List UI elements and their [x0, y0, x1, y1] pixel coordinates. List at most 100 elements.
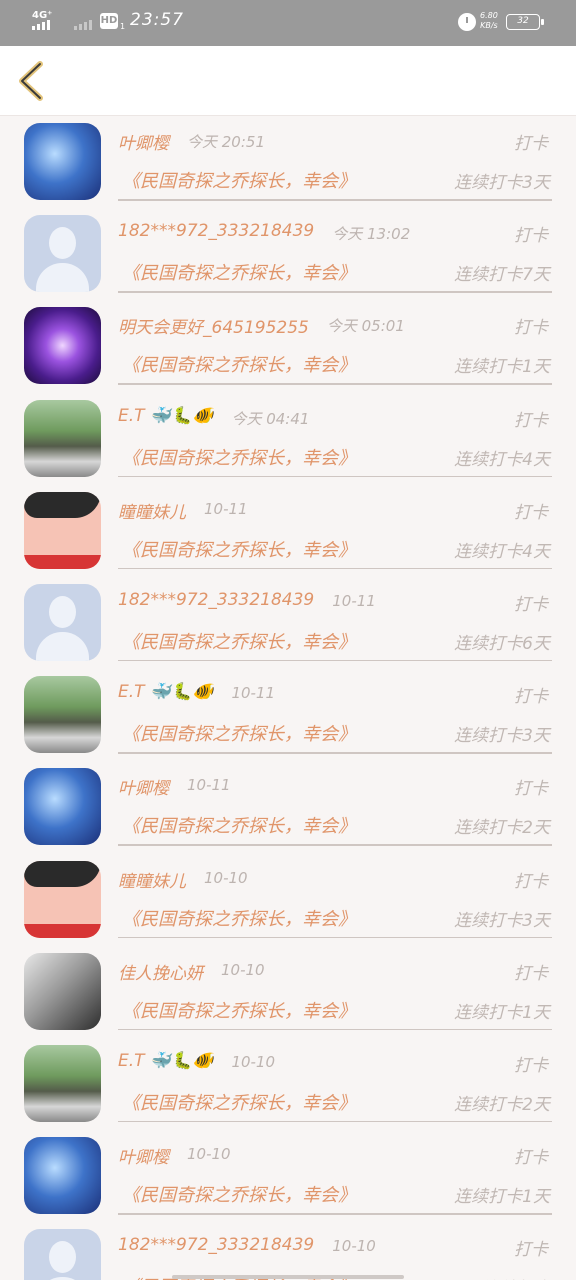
user-name[interactable]: 瞳瞳妹儿: [118, 867, 186, 892]
checkin-label: 打卡: [514, 871, 548, 892]
streak-label: 连续打卡3天: [454, 726, 550, 747]
row-divider: [118, 1028, 552, 1031]
checkin-label: 打卡: [514, 1055, 548, 1076]
user-name[interactable]: 182***972_333218439: [118, 590, 314, 610]
book-title[interactable]: 《民国奇探之乔探长，幸会》: [122, 351, 356, 377]
user-name[interactable]: 瞳瞳妹儿: [118, 498, 186, 523]
streak-label: 连续打卡2天: [454, 1094, 550, 1115]
user-name[interactable]: 182***972_333218439: [118, 221, 314, 241]
list-item[interactable]: 叶卿樱 今天 20:51 打卡 《民国奇探之乔探长，幸会》 连续打卡3天: [0, 117, 576, 209]
book-title[interactable]: 《民国奇探之乔探长，幸会》: [122, 1089, 356, 1115]
list-item[interactable]: 叶卿樱 10-10 打卡《民国奇探之乔探长，幸会》 连续打卡1天: [0, 1131, 576, 1223]
book-title[interactable]: 《民国奇探之乔探长，幸会》: [122, 1181, 356, 1207]
book-title[interactable]: 《民国奇探之乔探长，幸会》: [122, 905, 356, 931]
list-item[interactable]: E.T 🐳🐛🐠 10-11 打卡 《民国奇探之乔探长，幸会》 连续打卡3天: [0, 670, 576, 762]
avatar[interactable]: [24, 307, 101, 385]
streak-label: 连续打卡1天: [454, 1002, 550, 1023]
user-name[interactable]: 叶卿樱: [118, 774, 169, 799]
book-title[interactable]: 《民国奇探之乔探长，幸会》: [122, 167, 356, 193]
checkin-date: 10-10: [231, 1052, 276, 1071]
hd-sub: 1: [120, 22, 126, 31]
user-name[interactable]: E.T 🐳🐛🐠: [118, 406, 213, 426]
list-item[interactable]: 佳人挽心妍 10-10 打卡《民国奇探之乔探长，幸会》 连续打卡1天: [0, 947, 576, 1039]
book-title[interactable]: 《民国奇探之乔探长，幸会》: [122, 259, 356, 285]
back-button[interactable]: [12, 58, 52, 104]
user-name[interactable]: 佳人挽心妍: [118, 959, 203, 984]
avatar[interactable]: [24, 399, 101, 477]
user-name[interactable]: 明天会更好_645195255: [118, 313, 309, 338]
checkin-label: 打卡: [514, 318, 548, 339]
checkin-label: 打卡: [514, 779, 548, 800]
scroll-indicator[interactable]: [172, 1275, 404, 1279]
streak-label: 连续打卡: [482, 1274, 550, 1280]
streak-label: 连续打卡2天: [454, 818, 550, 839]
checkin-label: 打卡: [514, 1240, 548, 1261]
checkin-label: 打卡: [514, 687, 548, 708]
user-name[interactable]: 叶卿樱: [118, 129, 169, 154]
list-item[interactable]: E.T 🐳🐛🐠 今天 04:41 打卡 《民国奇探之乔探长，幸会》 连续打卡4天: [0, 394, 576, 486]
user-name[interactable]: E.T 🐳🐛🐠: [118, 682, 213, 702]
checkin-label: 打卡: [514, 134, 548, 154]
avatar[interactable]: [24, 676, 101, 754]
book-title[interactable]: 《民国奇探之乔探长，幸会》: [122, 720, 356, 746]
row-divider: [118, 844, 552, 846]
chevron-left-icon: [19, 61, 43, 101]
list-item[interactable]: 182***972_33321843910-10打卡《民国奇探之乔探长，幸会》连…: [0, 1223, 576, 1280]
row-divider: [118, 936, 552, 938]
avatar[interactable]: [24, 1137, 101, 1215]
book-title[interactable]: 《民国奇探之乔探长，幸会》: [122, 997, 356, 1023]
list-item[interactable]: 明天会更好_645195255 今天 05:01 打卡 《民国奇探之乔探长，幸会》 连续…: [0, 301, 576, 393]
list-item[interactable]: 瞳瞳妹儿 10-11 打卡 《民国奇探之乔探长，幸会》 连续打卡4天: [0, 486, 576, 578]
streak-label: 连续打卡1天: [454, 357, 550, 378]
row-divider: [118, 1213, 552, 1215]
checkin-label: 打卡: [514, 410, 548, 431]
book-title[interactable]: 《民国奇探之乔探长，幸会》: [122, 812, 356, 838]
checkin-date: 今天 13:02: [332, 225, 411, 244]
avatar[interactable]: [24, 123, 101, 200]
avatar[interactable]: [24, 1229, 101, 1280]
avatar[interactable]: [24, 491, 101, 569]
signal-bars-icon: [32, 20, 50, 30]
checkin-label: 打卡: [514, 502, 548, 523]
checkin-date: 10-10: [221, 960, 265, 979]
signal-bars-2-icon: [74, 20, 92, 30]
avatar[interactable]: [24, 768, 101, 846]
checkin-date: 10-11: [332, 591, 376, 610]
battery-icon: 32: [506, 14, 544, 30]
user-name[interactable]: 叶卿樱: [118, 1143, 169, 1168]
avatar[interactable]: [24, 952, 101, 1030]
checkin-label: 打卡: [514, 1148, 548, 1169]
list-item[interactable]: 瞳瞳妹儿 10-10 打卡 《民国奇探之乔探长，幸会》 连续打卡3天: [0, 855, 576, 947]
streak-label: 连续打卡1天: [454, 1187, 550, 1208]
row-divider: [118, 383, 552, 385]
checkin-label: 打卡: [514, 226, 548, 247]
row-divider: [118, 752, 552, 754]
row-divider: [118, 567, 552, 570]
list-item[interactable]: 182***972_333218439 10-11 打卡 《民国奇探之乔探长，幸会》 连…: [0, 578, 576, 670]
user-name[interactable]: 182***972_333218439: [118, 1235, 314, 1255]
row-divider: [118, 1120, 552, 1123]
checkin-date: 10-11: [187, 776, 231, 795]
header: [0, 46, 576, 116]
clock: 23:57: [130, 10, 184, 30]
book-title[interactable]: 《民国奇探之乔探长，幸会》: [122, 628, 356, 654]
avatar[interactable]: [24, 583, 101, 661]
alarm-icon: [458, 13, 476, 31]
checkin-label: 打卡: [514, 594, 548, 615]
avatar[interactable]: [24, 215, 101, 293]
list-item[interactable]: 182***972_333218439 今天 13:02 打卡《民国奇探之乔探长，幸…: [0, 209, 576, 301]
avatar[interactable]: [24, 1044, 101, 1122]
list-item[interactable]: E.T 🐳🐛🐠 10-10 打卡《民国奇探之乔探长，幸会》 连续打卡2天: [0, 1039, 576, 1131]
row-divider: [118, 659, 552, 662]
user-name[interactable]: E.T 🐳🐛🐠: [118, 1051, 213, 1071]
avatar[interactable]: [24, 860, 101, 938]
checkin-date: 10-10: [204, 868, 248, 887]
book-title[interactable]: 《民国奇探之乔探长，幸会》: [122, 444, 356, 470]
book-title[interactable]: 《民国奇探之乔探长，幸会》: [122, 536, 356, 562]
list-item[interactable]: 叶卿樱 10-11 打卡《民国奇探之乔探长，幸会》 连续打卡2天: [0, 762, 576, 854]
hd-badge: HD: [100, 13, 118, 29]
checkin-label: 打卡: [514, 963, 548, 984]
streak-label: 连续打卡4天: [454, 541, 550, 562]
checkin-date: 10-10: [187, 1145, 231, 1164]
speed-value: 6.80: [480, 11, 498, 20]
